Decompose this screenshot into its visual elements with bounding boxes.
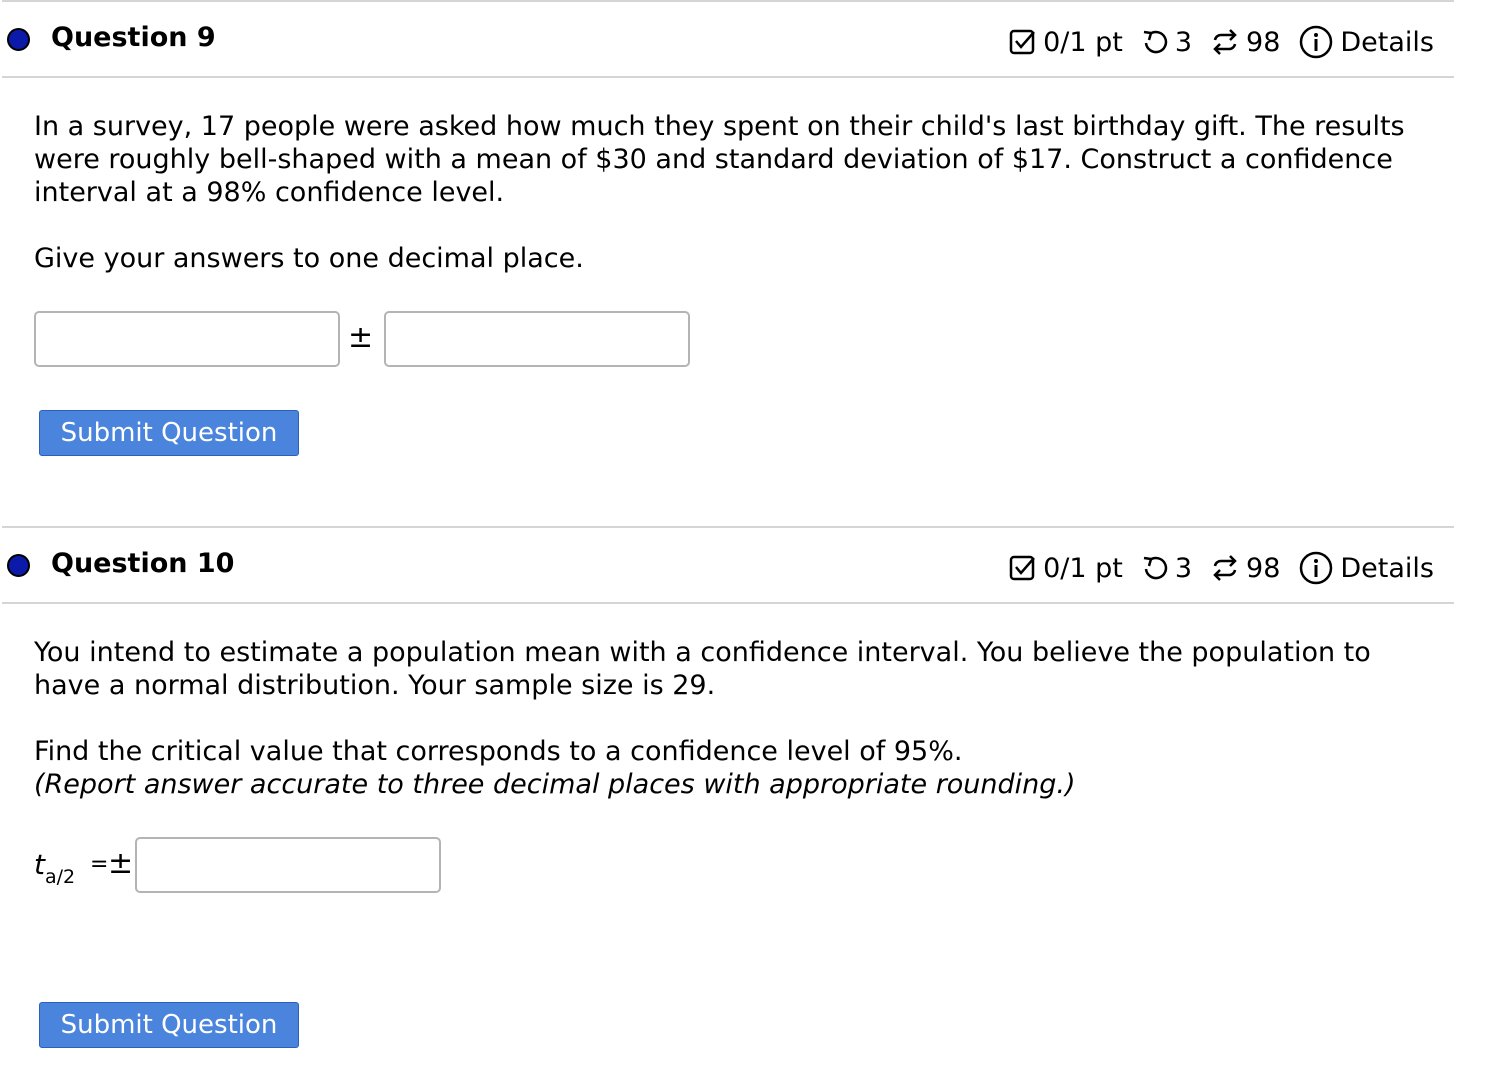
attempts-count: 98 [1246,26,1281,58]
checkbox-icon [1009,555,1036,581]
status-dot [7,554,30,577]
answer-input-center[interactable] [34,311,340,367]
checkbox-icon [1009,29,1036,55]
t-symbol: t [34,848,45,881]
score-text: 0/1 pt [1043,552,1123,584]
t-subscript: a/2 [44,866,76,888]
submit-button[interactable]: Submit Question [39,1002,299,1048]
retries-group: 3 [1141,27,1192,58]
critical-value-input[interactable] [135,837,441,893]
question-title: Question 9 [51,22,216,53]
header-divider [2,602,1454,604]
plus-minus-symbol: ± [108,846,134,881]
plus-minus-symbol: ± [348,320,374,355]
question-9-header: Question 9 0/1 pt 3 98 Details [2,2,1454,76]
question-meta: 0/1 pt 3 98 Details [1009,550,1434,586]
info-icon [1300,551,1333,585]
question-10-header: Question 10 0/1 pt 3 98 Details [2,528,1454,602]
retry-icon [1143,556,1167,580]
attempts-group: 98 [1210,27,1280,58]
retries-count: 3 [1174,552,1193,584]
critical-value-label: ta/2 = [34,848,109,888]
question-text: In a survey, 17 people were asked how mu… [34,111,1405,208]
question-meta: 0/1 pt 3 98 Details [1009,24,1434,60]
instructions-text: Find the critical value that corresponds… [34,736,963,767]
score-text: 0/1 pt [1043,26,1123,58]
details-link[interactable]: Details [1298,24,1434,60]
answer-input-margin[interactable] [384,311,690,367]
info-icon [1300,25,1333,59]
score-group: 0/1 pt [1009,553,1123,584]
header-divider [2,76,1454,78]
rounding-note: (Report answer accurate to three decimal… [34,769,1076,800]
score-group: 0/1 pt [1009,27,1123,58]
details-label[interactable]: Details [1340,553,1434,584]
retries-group: 3 [1141,553,1192,584]
submit-button[interactable]: Submit Question [39,410,299,456]
attempts-icon [1213,29,1237,55]
details-label[interactable]: Details [1340,27,1434,58]
question-title: Question 10 [51,548,235,579]
question-text: You intend to estimate a population mean… [34,637,1371,701]
attempts-count: 98 [1246,552,1281,584]
equals-sign: = [90,852,109,877]
status-dot [7,28,30,51]
attempts-icon [1213,555,1237,581]
attempts-group: 98 [1210,553,1280,584]
details-link[interactable]: Details [1298,550,1434,586]
instructions-text: Give your answers to one decimal place. [34,243,584,274]
retry-icon [1143,30,1167,54]
retries-count: 3 [1174,26,1193,58]
